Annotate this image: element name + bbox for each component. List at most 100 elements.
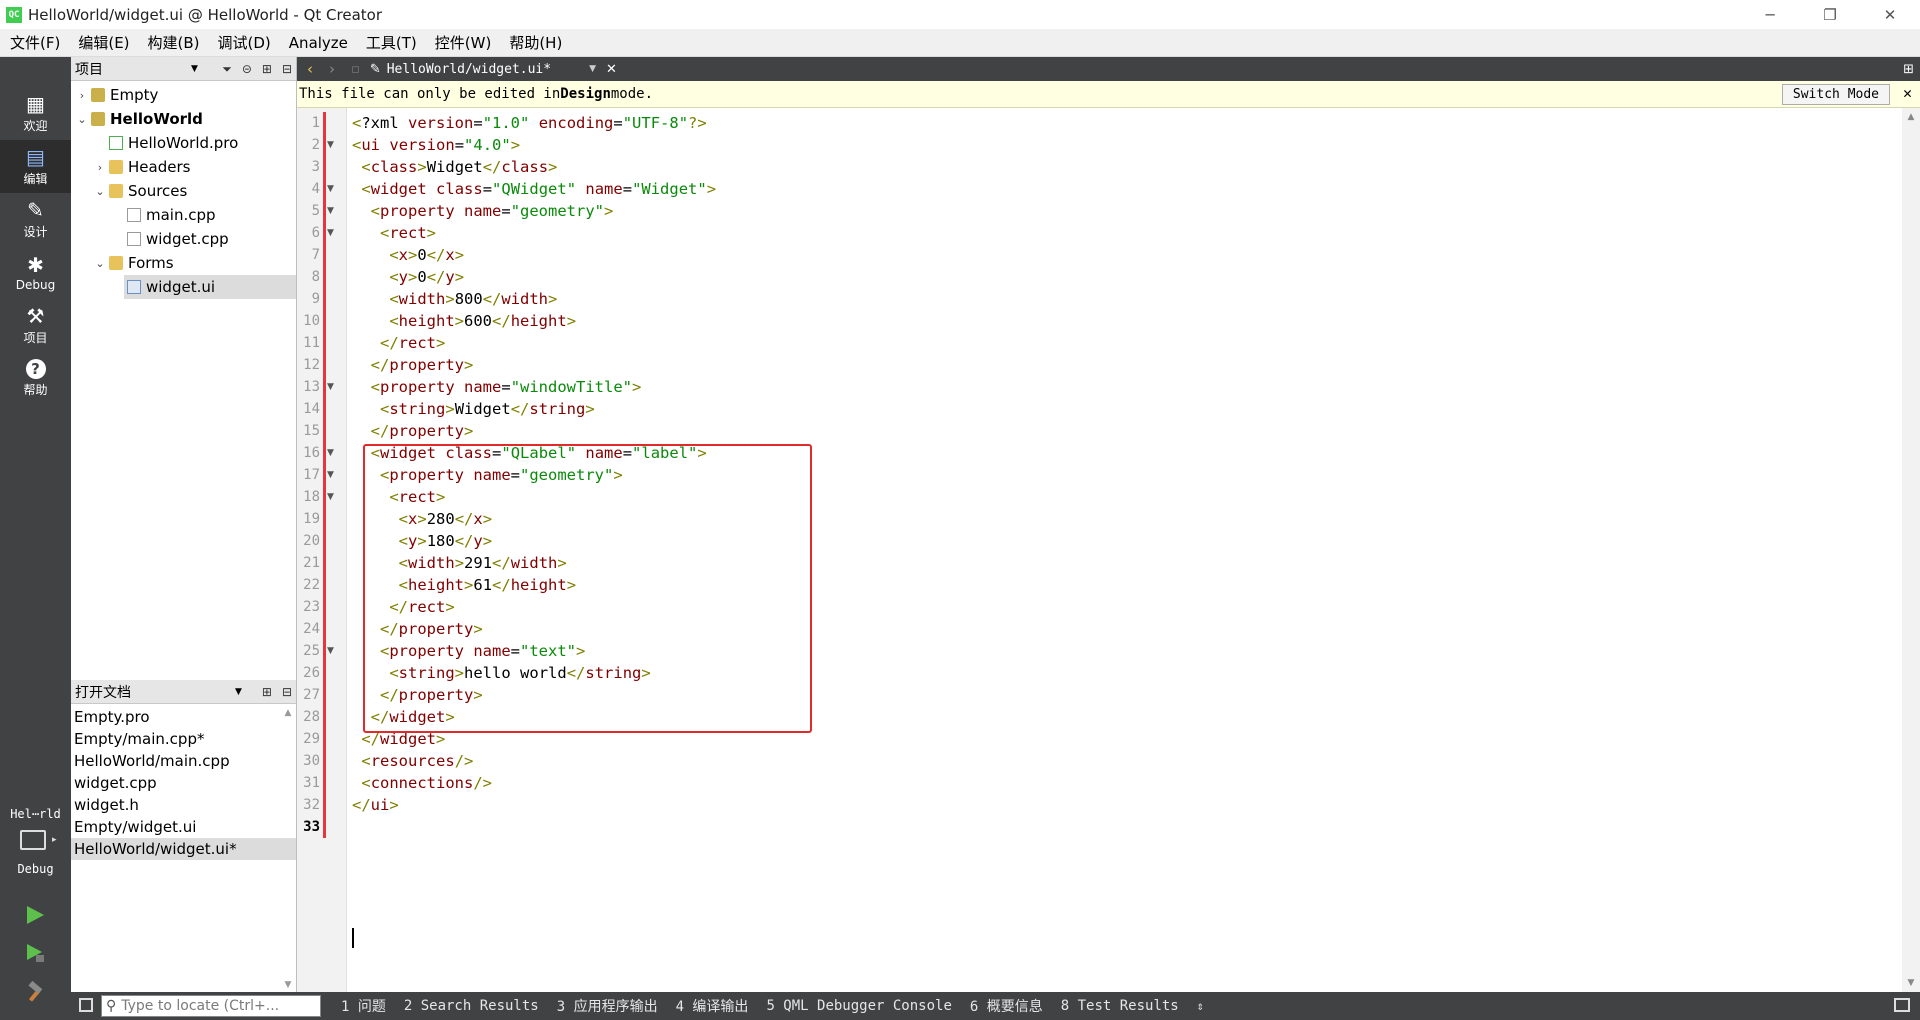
tree-item-forms[interactable]: ⌄ Forms — [71, 251, 296, 275]
close-panel-icon[interactable]: ⊟ — [282, 62, 292, 76]
scroll-down-icon[interactable]: ▼ — [1902, 978, 1920, 988]
dropdown-arrow-icon[interactable]: ▼ — [235, 687, 242, 697]
close-button[interactable]: ✕ — [1860, 0, 1920, 29]
filter-icon[interactable]: ⏷ — [222, 62, 232, 77]
close-panel-icon[interactable]: ⊟ — [282, 685, 292, 699]
tab-issues[interactable]: 1 问题 — [341, 996, 386, 1016]
scroll-down-icon[interactable]: ▼ — [282, 980, 294, 990]
mode-help[interactable]: ? 帮助 — [0, 352, 71, 405]
panel-title[interactable]: 项目 — [75, 59, 103, 79]
code-line[interactable]: <widget class="QWidget" name="Widget"> — [352, 178, 716, 200]
tree-item-sources[interactable]: ⌄ Sources — [71, 179, 296, 203]
mode-debug[interactable]: ✱ Debug — [0, 246, 71, 299]
code-line[interactable]: <x>0</x> — [352, 244, 464, 266]
tree-item-main-cpp[interactable]: main.cpp — [71, 203, 296, 227]
collapse-arrow-icon[interactable]: ⌄ — [75, 113, 89, 126]
code-line[interactable]: <property name="geometry"> — [352, 200, 614, 222]
restore-button[interactable]: ❐ — [1800, 0, 1860, 29]
scroll-up-icon[interactable]: ▲ — [1902, 112, 1920, 122]
fold-marker-icon[interactable]: ▼ — [327, 486, 334, 508]
code-line[interactable]: </property> — [352, 420, 474, 442]
mode-welcome[interactable]: ▦ 欢迎 — [0, 87, 71, 140]
code-line[interactable]: <ui version="4.0"> — [352, 134, 520, 156]
menu-controls[interactable]: 控件(W) — [425, 32, 500, 53]
back-arrow-icon[interactable]: ‹ — [307, 60, 313, 78]
forward-arrow-icon[interactable]: › — [329, 60, 335, 78]
mode-edit[interactable]: ▤ 编辑 — [0, 140, 71, 193]
fold-marker-icon[interactable]: ▼ — [327, 200, 334, 222]
tab-general-messages[interactable]: 6 概要信息 — [970, 996, 1043, 1016]
code-line[interactable]: <property name="windowTitle"> — [352, 376, 642, 398]
tab-test-results[interactable]: 8 Test Results — [1061, 998, 1179, 1014]
open-doc-item[interactable]: widget.h — [71, 794, 296, 816]
code-line[interactable]: <string>Widget</string> — [352, 398, 595, 420]
tree-item-helloworld-pro[interactable]: HelloWorld.pro — [71, 131, 296, 155]
tab-compile-output[interactable]: 4 编译输出 — [676, 996, 749, 1016]
open-docs-scrollbar[interactable]: ▲ ▼ — [282, 708, 294, 990]
toggle-sidebar-icon[interactable] — [79, 998, 93, 1012]
code-line[interactable]: <width>800</width> — [352, 288, 557, 310]
code-line[interactable]: <y>0</y> — [352, 266, 464, 288]
open-doc-item[interactable]: HelloWorld/main.cpp — [71, 750, 296, 772]
tree-item-helloworld[interactable]: ⌄ HelloWorld — [71, 107, 296, 131]
menu-build[interactable]: 构建(B) — [138, 32, 208, 53]
fold-marker-icon[interactable]: ▼ — [327, 640, 334, 662]
fold-marker-icon[interactable]: ▼ — [327, 464, 334, 486]
code-line[interactable]: </property> — [352, 354, 474, 376]
menu-debug[interactable]: 调试(D) — [208, 32, 279, 53]
mode-design[interactable]: ✎ 设计 — [0, 193, 71, 246]
monitor-icon[interactable] — [20, 830, 46, 850]
menu-tools[interactable]: 工具(T) — [356, 32, 425, 53]
tree-item-widget-cpp[interactable]: widget.cpp — [71, 227, 296, 251]
tree-item-empty[interactable]: › Empty — [71, 83, 296, 107]
split-icon[interactable]: ⊞ — [262, 62, 272, 76]
link-icon[interactable]: ⊝ — [242, 62, 252, 76]
scroll-up-icon[interactable]: ▲ — [282, 708, 294, 718]
code-line[interactable]: <height>600</height> — [352, 310, 576, 332]
locator-input[interactable]: ⚲ Type to locate (Ctrl+... — [101, 995, 321, 1017]
collapse-arrow-icon[interactable]: ⌄ — [93, 185, 107, 198]
code-line[interactable]: <resources/> — [352, 750, 473, 772]
code-editor[interactable]: 1 2 ▼ 3 4 ▼ 5 ▼ 6 ▼ 7 8 9 10 11 12 13 ▼ 14 15 16 ▼ 17 ▼ 18 ▼ 19 20 2… — [297, 108, 1920, 992]
tab-search-results[interactable]: 2 Search Results — [404, 998, 539, 1014]
tab-qml-debugger-console[interactable]: 5 QML Debugger Console — [766, 998, 951, 1014]
menu-edit[interactable]: 编辑(E) — [68, 32, 137, 53]
code-line[interactable]: <class>Widget</class> — [352, 156, 557, 178]
split-icon[interactable]: ⊞ — [262, 685, 272, 699]
open-doc-item[interactable]: Empty/main.cpp* — [71, 728, 296, 750]
more-tabs-icon[interactable]: ⇕ — [1197, 999, 1204, 1013]
expand-arrow-icon[interactable]: › — [75, 89, 89, 102]
editor-scrollbar[interactable]: ▲ ▼ — [1902, 108, 1920, 992]
mode-projects[interactable]: ⚒ 项目 — [0, 299, 71, 352]
tab-app-output[interactable]: 3 应用程序输出 — [557, 996, 658, 1016]
fold-marker-icon[interactable]: ▼ — [327, 376, 334, 398]
code-line[interactable]: <?xml version="1.0" encoding="UTF-8"?> — [352, 112, 707, 134]
file-dropdown-icon[interactable]: ▼ — [589, 64, 596, 74]
toggle-output-icon[interactable] — [1894, 998, 1910, 1012]
debug-run-button[interactable] — [20, 938, 50, 968]
expand-arrow-icon[interactable]: › — [93, 161, 107, 174]
menu-help[interactable]: 帮助(H) — [499, 32, 570, 53]
open-doc-item[interactable]: Empty.pro — [71, 706, 296, 728]
code-line[interactable]: <rect> — [352, 222, 436, 244]
collapse-arrow-icon[interactable]: ⌄ — [93, 257, 107, 270]
tree-item-headers[interactable]: › Headers — [71, 155, 296, 179]
close-infobar-icon[interactable]: ✕ — [1903, 84, 1912, 102]
open-doc-item[interactable]: HelloWorld/widget.ui* — [71, 838, 296, 860]
code-line[interactable]: </rect> — [352, 332, 445, 354]
menu-analyze[interactable]: Analyze — [279, 34, 356, 52]
tree-item-widget-ui[interactable]: widget.ui — [71, 275, 296, 299]
open-file-name[interactable]: HelloWorld/widget.ui* — [387, 62, 551, 77]
fold-marker-icon[interactable]: ▼ — [327, 222, 334, 244]
build-button[interactable] — [20, 977, 50, 1007]
run-button[interactable] — [20, 900, 50, 930]
open-doc-item[interactable]: Empty/widget.ui — [71, 816, 296, 838]
fold-marker-icon[interactable]: ▼ — [327, 134, 334, 156]
panel-title[interactable]: 打开文档 — [75, 682, 131, 702]
open-doc-item[interactable]: widget.cpp — [71, 772, 296, 794]
switch-mode-button[interactable]: Switch Mode — [1781, 84, 1890, 105]
fold-marker-icon[interactable]: ▼ — [327, 178, 334, 200]
code-line[interactable]: </ui> — [352, 794, 399, 816]
minimize-button[interactable]: ─ — [1740, 0, 1800, 29]
code-line[interactable]: <connections/> — [352, 772, 492, 794]
